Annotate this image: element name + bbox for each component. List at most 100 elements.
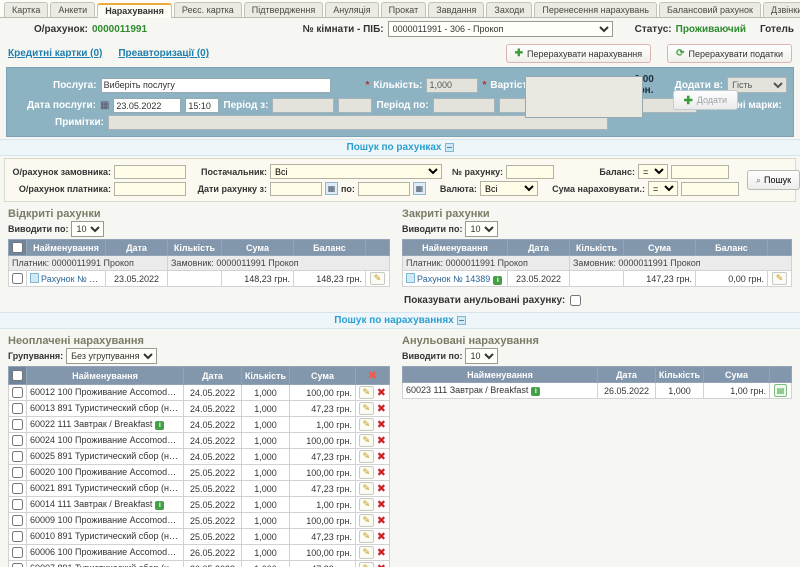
edit-icon[interactable] bbox=[359, 466, 374, 479]
row-checkbox[interactable] bbox=[12, 403, 23, 414]
tab[interactable]: Нарахування bbox=[97, 3, 172, 18]
collapse-icon[interactable] bbox=[457, 316, 466, 325]
add-service-button[interactable]: ✚ Додати bbox=[673, 90, 738, 110]
search-button[interactable]: ⌕ Пошук bbox=[747, 170, 800, 190]
delete-icon[interactable] bbox=[377, 450, 386, 463]
service-time-input[interactable] bbox=[185, 98, 219, 113]
row-checkbox[interactable] bbox=[12, 435, 23, 446]
charge-name: 60023 111 Завтрак / Breakfast bbox=[406, 385, 528, 395]
row-checkbox[interactable] bbox=[12, 387, 23, 398]
closed-per-page-select[interactable]: 10 bbox=[465, 221, 498, 237]
edit-icon[interactable] bbox=[359, 498, 374, 511]
open-per-page-select[interactable]: 10 bbox=[71, 221, 104, 237]
delete-icon[interactable] bbox=[377, 530, 386, 543]
row-checkbox[interactable] bbox=[12, 547, 23, 558]
date-to-input[interactable] bbox=[358, 182, 410, 196]
edit-icon[interactable] bbox=[772, 272, 787, 285]
row-checkbox[interactable] bbox=[12, 273, 23, 284]
row-checkbox[interactable] bbox=[12, 499, 23, 510]
period-to-date-input[interactable] bbox=[433, 98, 495, 113]
calendar-to-icon[interactable]: ▦ bbox=[413, 182, 426, 195]
credit-cards-link[interactable]: Кредитні картки (0) bbox=[8, 48, 102, 59]
delete-icon[interactable] bbox=[377, 402, 386, 415]
edit-icon[interactable] bbox=[359, 514, 374, 527]
info-icon[interactable] bbox=[493, 276, 502, 285]
balance-input[interactable] bbox=[671, 165, 729, 179]
open-select-all-checkbox[interactable] bbox=[12, 242, 23, 253]
grouping-select[interactable]: Без угрупування bbox=[66, 348, 157, 364]
preauth-link[interactable]: Преавторизації (0) bbox=[118, 48, 209, 59]
service-date-input[interactable] bbox=[113, 98, 181, 113]
calendar-icon[interactable]: ▦ bbox=[100, 100, 109, 111]
edit-icon[interactable] bbox=[359, 546, 374, 559]
row-checkbox[interactable] bbox=[12, 563, 23, 567]
edit-icon[interactable] bbox=[359, 562, 374, 567]
info-icon[interactable] bbox=[155, 501, 164, 510]
tab[interactable]: Анкети bbox=[50, 2, 95, 17]
tab[interactable]: Балансовий рахунок bbox=[659, 2, 761, 17]
delete-icon[interactable] bbox=[377, 418, 386, 431]
room-select[interactable]: 0000011991 - 306 - Прокоп bbox=[388, 21, 613, 37]
row-checkbox[interactable] bbox=[12, 467, 23, 478]
delete-icon[interactable] bbox=[377, 466, 386, 479]
supplier-select[interactable]: Всі bbox=[270, 164, 442, 179]
customer-account-input[interactable] bbox=[114, 165, 186, 179]
edit-icon[interactable] bbox=[359, 530, 374, 543]
tab[interactable]: Прокат bbox=[381, 2, 427, 17]
amount-input[interactable] bbox=[681, 182, 739, 196]
tab[interactable]: Заходи bbox=[486, 2, 532, 17]
row-checkbox[interactable] bbox=[12, 451, 23, 462]
row-checkbox[interactable] bbox=[12, 419, 23, 430]
info-icon[interactable] bbox=[531, 387, 540, 396]
unpaid-select-all-checkbox[interactable] bbox=[12, 370, 23, 381]
account-no-input[interactable] bbox=[506, 165, 554, 179]
tab[interactable]: Підтвердження bbox=[244, 2, 323, 17]
delete-icon[interactable] bbox=[377, 562, 386, 567]
delete-icon[interactable] bbox=[377, 498, 386, 511]
period-from-date-input[interactable] bbox=[272, 98, 334, 113]
date-from-input[interactable] bbox=[270, 182, 322, 196]
tab[interactable]: Дзвінки bbox=[763, 2, 800, 17]
edit-icon[interactable] bbox=[359, 434, 374, 447]
row-checkbox[interactable] bbox=[12, 515, 23, 526]
tab[interactable]: Ануляція bbox=[325, 2, 378, 17]
payer-account-input[interactable] bbox=[114, 182, 186, 196]
tab[interactable]: Перенесення нарахувань bbox=[534, 2, 657, 17]
amount-op-select[interactable]: = bbox=[648, 181, 678, 196]
edit-icon[interactable] bbox=[370, 272, 385, 285]
balance-op-select[interactable]: = bbox=[638, 164, 668, 179]
delete-icon[interactable] bbox=[377, 482, 386, 495]
show-cancelled-checkbox[interactable] bbox=[570, 295, 581, 306]
edit-icon[interactable] bbox=[359, 402, 374, 415]
delete-icon[interactable] bbox=[377, 514, 386, 527]
edit-icon[interactable] bbox=[359, 482, 374, 495]
restore-icon[interactable] bbox=[774, 384, 787, 397]
edit-icon[interactable] bbox=[359, 386, 374, 399]
quantity-input[interactable] bbox=[426, 78, 478, 93]
edit-icon[interactable] bbox=[359, 418, 374, 431]
delete-icon[interactable] bbox=[377, 434, 386, 447]
account-link[interactable]: Рахунок № 14390 bbox=[41, 274, 106, 284]
excise-marks-input[interactable] bbox=[525, 76, 643, 118]
recalc-charges-button[interactable]: ✚ Перерахувати нарахування bbox=[506, 44, 652, 63]
account-link[interactable]: Рахунок № 14389 bbox=[417, 274, 490, 284]
tab[interactable]: Картка bbox=[4, 2, 48, 17]
currency-select[interactable]: Всі bbox=[480, 181, 538, 196]
cancelled-per-page-select[interactable]: 10 bbox=[465, 348, 498, 364]
dates-from-label: Дати рахунку з: bbox=[189, 184, 267, 194]
service-input[interactable] bbox=[101, 78, 332, 93]
info-icon[interactable] bbox=[155, 421, 164, 430]
tab[interactable]: Реєс. картка bbox=[174, 2, 242, 17]
edit-icon[interactable] bbox=[359, 450, 374, 463]
row-checkbox[interactable] bbox=[12, 483, 23, 494]
collapse-icon[interactable] bbox=[445, 143, 454, 152]
tab[interactable]: Завдання bbox=[428, 2, 484, 17]
recalc-taxes-button[interactable]: ⟳ Перерахувати податки bbox=[667, 44, 792, 63]
charge-name: 60009 100 Проживание Accomodation bbox=[30, 515, 184, 525]
delete-icon[interactable] bbox=[377, 546, 386, 559]
calendar-from-icon[interactable]: ▦ bbox=[325, 182, 338, 195]
delete-all-icon[interactable] bbox=[368, 369, 377, 382]
row-checkbox[interactable] bbox=[12, 531, 23, 542]
period-from-time-input[interactable] bbox=[338, 98, 372, 113]
delete-icon[interactable] bbox=[377, 386, 386, 399]
